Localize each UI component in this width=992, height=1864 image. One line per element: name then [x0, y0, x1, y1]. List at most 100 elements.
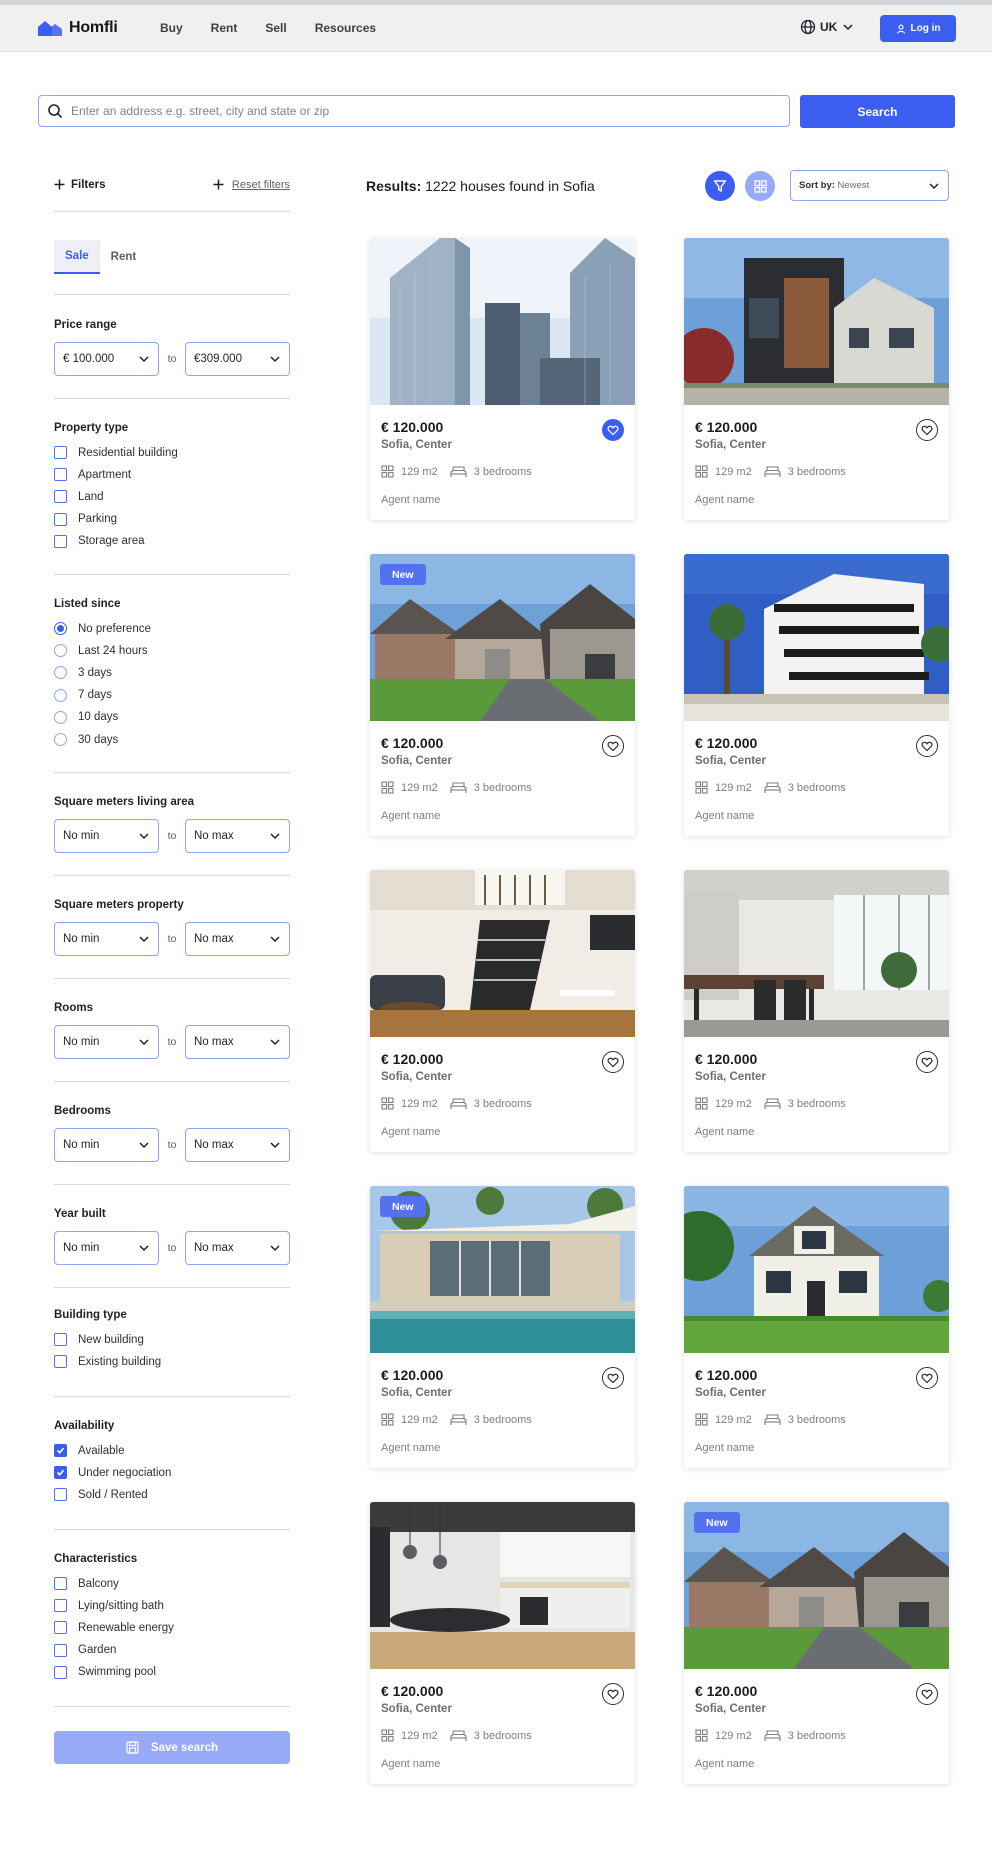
- listing-card[interactable]: € 120.000 Sofia, Center 129 m2 3 bedrooms Ag…: [370, 238, 635, 520]
- checkbox-option[interactable]: Available: [54, 1444, 124, 1457]
- filter-view-button[interactable]: [705, 171, 735, 201]
- checkbox[interactable]: [54, 1466, 67, 1480]
- favorite-button[interactable]: [916, 1683, 938, 1705]
- radio-button[interactable]: [54, 622, 67, 635]
- listing-card[interactable]: € 120.000 Sofia, Center 129 m2 3 bedrooms Ag…: [684, 238, 949, 520]
- checkbox[interactable]: [54, 1355, 67, 1369]
- checkbox-option[interactable]: Land: [54, 490, 104, 504]
- checkbox[interactable]: [54, 1665, 67, 1679]
- max-select[interactable]: No max: [185, 1128, 290, 1162]
- radio-option[interactable]: 30 days: [54, 733, 118, 746]
- checkbox-option[interactable]: Under negociation: [54, 1466, 171, 1480]
- tab-sale[interactable]: Sale: [54, 240, 100, 274]
- checkbox[interactable]: [54, 490, 67, 504]
- radio-button[interactable]: [54, 644, 67, 658]
- checkbox-option[interactable]: Garden: [54, 1643, 116, 1657]
- radio-option[interactable]: 7 days: [54, 688, 112, 702]
- favorite-button[interactable]: [916, 1367, 938, 1389]
- nav-item-rent[interactable]: Rent: [211, 21, 238, 35]
- sort-select[interactable]: Sort by: Newest: [790, 170, 949, 201]
- listing-card[interactable]: € 120.000 Sofia, Center 129 m2 3 bedrooms Ag…: [684, 1186, 949, 1468]
- listing-card[interactable]: New € 120.000 Sofia, Center 129 m2 3 bedroom…: [684, 1502, 949, 1784]
- radio-option[interactable]: 10 days: [54, 710, 118, 724]
- search-input[interactable]: Enter an address e.g. street, city and s…: [38, 95, 790, 127]
- favorite-button[interactable]: [916, 419, 938, 441]
- listing-photo[interactable]: [370, 238, 635, 405]
- listing-photo[interactable]: [684, 870, 949, 1037]
- min-select[interactable]: No min: [54, 1025, 159, 1059]
- favorite-button[interactable]: [602, 1367, 624, 1389]
- listing-photo[interactable]: [684, 1186, 949, 1353]
- favorite-button[interactable]: [916, 1051, 938, 1073]
- listing-card[interactable]: New € 120.000 Sofia, Center 129 m2 3 bedroom…: [370, 554, 635, 836]
- favorite-button[interactable]: [602, 419, 624, 441]
- checkbox-option[interactable]: Storage area: [54, 534, 145, 548]
- listing-card[interactable]: € 120.000 Sofia, Center 129 m2 3 bedrooms Ag…: [684, 870, 949, 1152]
- nav-item-buy[interactable]: Buy: [160, 21, 183, 35]
- price-from-select[interactable]: € 100.000: [54, 342, 159, 376]
- checkbox[interactable]: [54, 1577, 67, 1590]
- listing-card[interactable]: € 120.000 Sofia, Center 129 m2 3 bedrooms Ag…: [684, 554, 949, 836]
- favorite-button[interactable]: [602, 735, 624, 757]
- listing-photo[interactable]: [684, 554, 949, 721]
- listing-card[interactable]: € 120.000 Sofia, Center 129 m2 3 bedrooms Ag…: [370, 870, 635, 1152]
- checkbox-option[interactable]: Apartment: [54, 468, 131, 482]
- logo[interactable]: Homfli: [38, 19, 118, 37]
- checkbox-option[interactable]: Balcony: [54, 1577, 119, 1590]
- login-button[interactable]: Log in: [880, 15, 956, 42]
- filters-toggle[interactable]: Filters: [54, 179, 106, 191]
- language-selector[interactable]: UK: [800, 19, 855, 35]
- listing-card[interactable]: € 120.000 Sofia, Center 129 m2 3 bedrooms Ag…: [370, 1502, 635, 1784]
- checkbox[interactable]: [54, 446, 67, 459]
- checkbox-option[interactable]: Sold / Rented: [54, 1488, 148, 1502]
- checkbox-option[interactable]: Parking: [54, 512, 117, 526]
- listing-photo[interactable]: [370, 1502, 635, 1669]
- max-select[interactable]: No max: [185, 1231, 290, 1265]
- max-select[interactable]: No max: [185, 922, 290, 956]
- min-select[interactable]: No min: [54, 819, 159, 853]
- checkbox[interactable]: [54, 512, 67, 526]
- price-to-select[interactable]: €309.000: [185, 342, 290, 376]
- reset-filters-link[interactable]: Reset filters: [213, 179, 290, 191]
- checkbox[interactable]: [54, 1621, 67, 1635]
- checkbox-option[interactable]: Renewable energy: [54, 1621, 174, 1635]
- max-select[interactable]: No max: [185, 1025, 290, 1059]
- radio-button[interactable]: [54, 710, 67, 724]
- min-select[interactable]: No min: [54, 1231, 159, 1265]
- search-button[interactable]: Search: [800, 95, 955, 128]
- favorite-button[interactable]: [916, 735, 938, 757]
- checkbox-option[interactable]: Swimming pool: [54, 1665, 156, 1679]
- nav-item-sell[interactable]: Sell: [265, 21, 286, 35]
- checkbox[interactable]: [54, 1333, 67, 1346]
- property-type-title: Property type: [54, 422, 129, 434]
- radio-option[interactable]: No preference: [54, 622, 151, 635]
- favorite-button[interactable]: [602, 1683, 624, 1705]
- grid-view-button[interactable]: [745, 171, 775, 201]
- checkbox-option[interactable]: New building: [54, 1333, 144, 1346]
- radio-button[interactable]: [54, 688, 67, 702]
- listing-photo[interactable]: [684, 238, 949, 405]
- checkbox[interactable]: [54, 1599, 67, 1613]
- save-search-button[interactable]: Save search: [54, 1731, 290, 1764]
- min-select[interactable]: No min: [54, 1128, 159, 1162]
- listing-photo[interactable]: [370, 870, 635, 1037]
- radio-option[interactable]: Last 24 hours: [54, 644, 148, 658]
- checkbox-option[interactable]: Lying/sitting bath: [54, 1599, 164, 1613]
- nav-item-resources[interactable]: Resources: [315, 21, 376, 35]
- option-label: Residential building: [78, 446, 178, 459]
- min-select[interactable]: No min: [54, 922, 159, 956]
- checkbox[interactable]: [54, 1643, 67, 1657]
- radio-option[interactable]: 3 days: [54, 666, 112, 680]
- max-select[interactable]: No max: [185, 819, 290, 853]
- radio-button[interactable]: [54, 666, 67, 680]
- tab-rent[interactable]: Rent: [100, 240, 148, 274]
- checkbox[interactable]: [54, 1444, 67, 1457]
- radio-button[interactable]: [54, 733, 67, 746]
- listing-card[interactable]: New € 120.000 Sofia, Center 129 m2 3 bedroom…: [370, 1186, 635, 1468]
- checkbox[interactable]: [54, 534, 67, 548]
- checkbox[interactable]: [54, 468, 67, 482]
- checkbox[interactable]: [54, 1488, 67, 1502]
- checkbox-option[interactable]: Residential building: [54, 446, 178, 459]
- checkbox-option[interactable]: Existing building: [54, 1355, 161, 1369]
- favorite-button[interactable]: [602, 1051, 624, 1073]
